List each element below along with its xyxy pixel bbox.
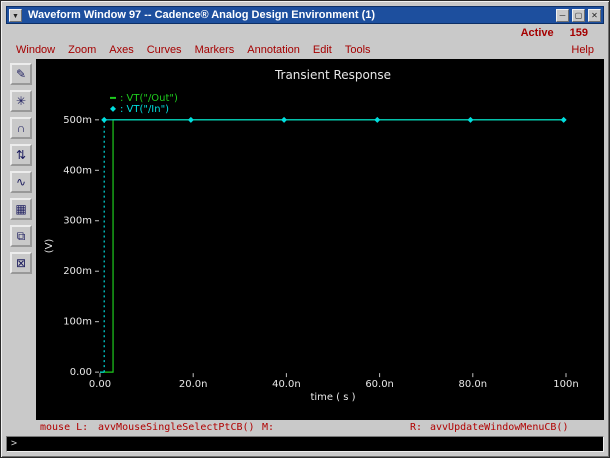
close-icon: ✕ [591,10,598,20]
menu-annotation[interactable]: Annotation [247,44,300,56]
waveform-plot-svg: Transient Response 0.00 20.0n 40.0n 60.0n 80.… [44,68,579,403]
delete-window-button[interactable]: ⊠ [10,252,32,274]
prompt-caret: > [11,438,18,449]
svg-text:: VT("/In"): : VT("/In") [120,104,169,115]
active-count: 159 [569,26,588,39]
svg-text:time ( s ): time ( s ) [310,392,355,403]
menu-edit[interactable]: Edit [313,44,332,56]
mouse-left-label: mouse L: [40,422,89,433]
copy-window-icon: ⧉ [16,229,26,243]
menu-help[interactable]: Help [571,44,594,56]
pan-button[interactable]: ∩ [10,117,32,139]
svg-text:0.00: 0.00 [89,379,111,390]
window-menu-icon: ▼ [12,12,19,20]
svg-text:(V): (V) [44,239,55,254]
command-prompt[interactable]: > [6,436,604,452]
window-menu-button[interactable]: ▼ [9,8,22,22]
menu-markers[interactable]: Markers [195,44,235,56]
zoom-fit-button[interactable]: ✳ [10,90,32,112]
svg-text:40.0n: 40.0n [272,379,301,390]
pan-icon: ∩ [16,121,26,135]
pen-icon: ✎ [15,67,27,81]
main-content: ✎ ✳ ∩ ⇅ ∿ ▦ ⧉ ⊠ Transient Response 0.00 20… [6,59,604,420]
grid-icon: ▦ [15,202,27,216]
copy-window-button[interactable]: ⧉ [10,225,32,247]
minimize-button[interactable]: ─ [556,8,569,22]
maximize-icon: ▢ [574,10,583,20]
svg-text:20.0n: 20.0n [179,379,208,390]
svg-text:100n: 100n [553,379,578,390]
mouse-middle-label: M: [262,422,275,433]
menu-tools[interactable]: Tools [345,44,371,56]
svg-text:0.00: 0.00 [70,367,92,378]
svg-text:60.0n: 60.0n [365,379,394,390]
active-status-row: Active 159 [6,24,604,41]
pen-button[interactable]: ✎ [10,63,32,85]
svg-text:80.0n: 80.0n [459,379,488,390]
mouse-right-label: R: [410,422,423,433]
zoom-fit-icon: ✳ [15,94,27,108]
menu-window[interactable]: Window [16,44,55,56]
active-label: Active [520,26,554,39]
mouse-right-binding: avvUpdateWindowMenuCB() [430,422,569,433]
svg-text:400m: 400m [63,165,92,176]
svg-text:100m: 100m [63,317,92,328]
menu-bar: Window Zoom Axes Curves Markers Annotati… [6,41,604,59]
minimize-icon: ─ [559,10,566,20]
menu-axes[interactable]: Axes [109,44,133,56]
status-bar: mouse L: avvMouseSingleSelectPtCB() M: R… [6,420,604,436]
menu-curves[interactable]: Curves [147,44,182,56]
waveform-plot[interactable]: Transient Response 0.00 20.0n 40.0n 60.0n 80.… [36,59,604,420]
tool-column: ✎ ✳ ∩ ⇅ ∿ ▦ ⧉ ⊠ [6,59,36,420]
mouse-left-binding: avvMouseSingleSelectPtCB() [98,422,255,433]
svg-text:: VT("/Out"): : VT("/Out") [120,93,178,104]
svg-text:500m: 500m [63,115,92,126]
waveform-icon: ∿ [15,175,27,189]
title-bar[interactable]: ▼ Waveform Window 97 -- Cadence® Analog … [6,6,604,24]
vertical-markers-icon: ⇅ [15,148,27,162]
maximize-button[interactable]: ▢ [572,8,585,22]
waveform-window: ▼ Waveform Window 97 -- Cadence® Analog … [0,0,610,458]
menu-zoom[interactable]: Zoom [68,44,96,56]
vertical-markers-button[interactable]: ⇅ [10,144,32,166]
window-title: Waveform Window 97 -- Cadence® Analog De… [28,9,376,21]
svg-text:300m: 300m [63,216,92,227]
close-button[interactable]: ✕ [588,8,601,22]
svg-text:200m: 200m [63,266,92,277]
waveform-button[interactable]: ∿ [10,171,32,193]
grid-button[interactable]: ▦ [10,198,32,220]
delete-window-icon: ⊠ [15,256,27,270]
svg-text:Transient Response: Transient Response [274,68,391,82]
